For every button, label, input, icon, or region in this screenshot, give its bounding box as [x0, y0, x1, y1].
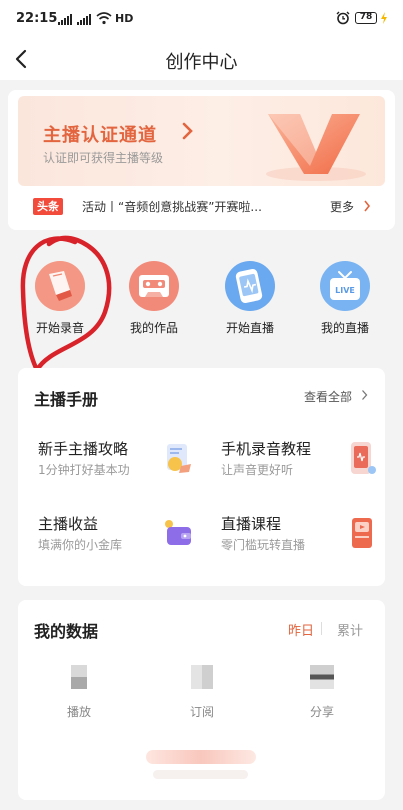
cassette-icon [129, 261, 179, 311]
headline-text[interactable]: 活动丨“音频创意挑战赛”开赛啦... [82, 198, 262, 215]
tab-cumulative[interactable]: 累计 [337, 620, 363, 639]
phone-record-icon [351, 442, 376, 474]
item-subtitle: 1分钟打好基本功 [38, 463, 130, 477]
handbook-item-phone-recording[interactable]: 手机录音教程 让声音更好听 [221, 438, 386, 484]
handbook-item-live-course[interactable]: 直播课程 零门槛玩转直播 [221, 513, 386, 559]
item-title: 主播收益 [38, 515, 99, 533]
nav-bar: 创作中心 [0, 38, 403, 80]
banner-subtitle: 认证即可获得主播等级 [43, 151, 164, 165]
course-book-icon [352, 518, 372, 548]
headline-badge: 头条 [33, 198, 63, 215]
wifi-icon [96, 12, 112, 25]
shortcut-my-works[interactable]: 我的作品 [114, 260, 194, 340]
item-title: 新手主播攻略 [38, 440, 129, 458]
guide-notebook-icon [167, 444, 191, 473]
stat-label: 分享 [309, 705, 334, 719]
chevron-right-icon [362, 390, 368, 400]
live-phone-icon [225, 261, 275, 311]
section-title: 我的数据 [34, 622, 99, 641]
view-all-link[interactable]: 查看全部 [304, 388, 352, 405]
anchor-certification-banner[interactable]: 主播认证通道 认证即可获得主播等级 [18, 96, 385, 186]
item-subtitle: 让声音更好听 [221, 463, 294, 477]
stat-label: 播放 [66, 705, 91, 719]
chevron-right-icon [182, 122, 193, 140]
signal-icon [58, 13, 72, 25]
anchor-handbook-card: 主播手册 查看全部 新手主播攻略 1分钟打好基本功 手机录音教程 让声音更好听 … [18, 368, 385, 586]
v-badge-icon [266, 114, 366, 181]
stat-shares: 分享 [282, 665, 362, 720]
network-label: HD [115, 12, 134, 25]
mic-record-icon [35, 261, 85, 311]
status-time: 22:15 [16, 11, 58, 26]
stat-plays: 播放 [39, 665, 119, 720]
headline-row[interactable]: 头条 活动丨“音频创意挑战赛”开赛啦... 更多 [18, 188, 385, 226]
my-data-card: 我的数据 昨日 累计 播放 订阅 分享 [18, 600, 385, 800]
live-tv-icon: LIVE [320, 261, 370, 311]
item-subtitle: 零门槛玩转直播 [221, 538, 306, 552]
shortcut-label: 我的作品 [129, 321, 178, 335]
alarm-icon [336, 11, 350, 25]
stat-value-redacted [310, 665, 334, 689]
redacted-content [146, 750, 256, 764]
signal-icon [77, 13, 91, 25]
item-subtitle: 填满你的小金库 [38, 538, 123, 552]
shortcut-label: 开始直播 [225, 321, 274, 335]
stat-subscriptions: 订阅 [162, 665, 242, 720]
shortcut-label: 我的直播 [320, 321, 369, 335]
stat-value-redacted [71, 665, 87, 689]
more-link[interactable]: 更多 [330, 198, 354, 215]
stat-value-redacted [191, 665, 213, 689]
item-title: 直播课程 [221, 515, 282, 533]
charging-icon [381, 12, 387, 24]
battery-level: 78 [355, 12, 377, 24]
wallet-icon [165, 520, 191, 545]
tab-divider [321, 622, 322, 635]
shortcut-start-live[interactable]: 开始直播 [210, 260, 290, 340]
stat-label: 订阅 [189, 705, 214, 719]
shortcut-label: 开始录音 [35, 321, 84, 335]
shortcut-my-live[interactable]: LIVE 我的直播 [305, 260, 385, 340]
handbook-item-beginner-guide[interactable]: 新手主播攻略 1分钟打好基本功 [38, 438, 203, 484]
shortcut-start-recording[interactable]: 开始录音 [20, 260, 100, 340]
page-title: 创作中心 [165, 52, 238, 73]
svg-text:LIVE: LIVE [335, 286, 355, 295]
section-title: 主播手册 [34, 390, 99, 409]
handbook-item-earnings[interactable]: 主播收益 填满你的小金库 [38, 513, 203, 559]
redacted-content [153, 770, 248, 779]
chevron-right-icon [364, 200, 371, 212]
tab-yesterday[interactable]: 昨日 [288, 620, 314, 639]
banner-title: 主播认证通道 [43, 125, 157, 146]
status-bar: 22:15 HD 78 [0, 0, 403, 38]
item-title: 手机录音教程 [221, 440, 312, 458]
